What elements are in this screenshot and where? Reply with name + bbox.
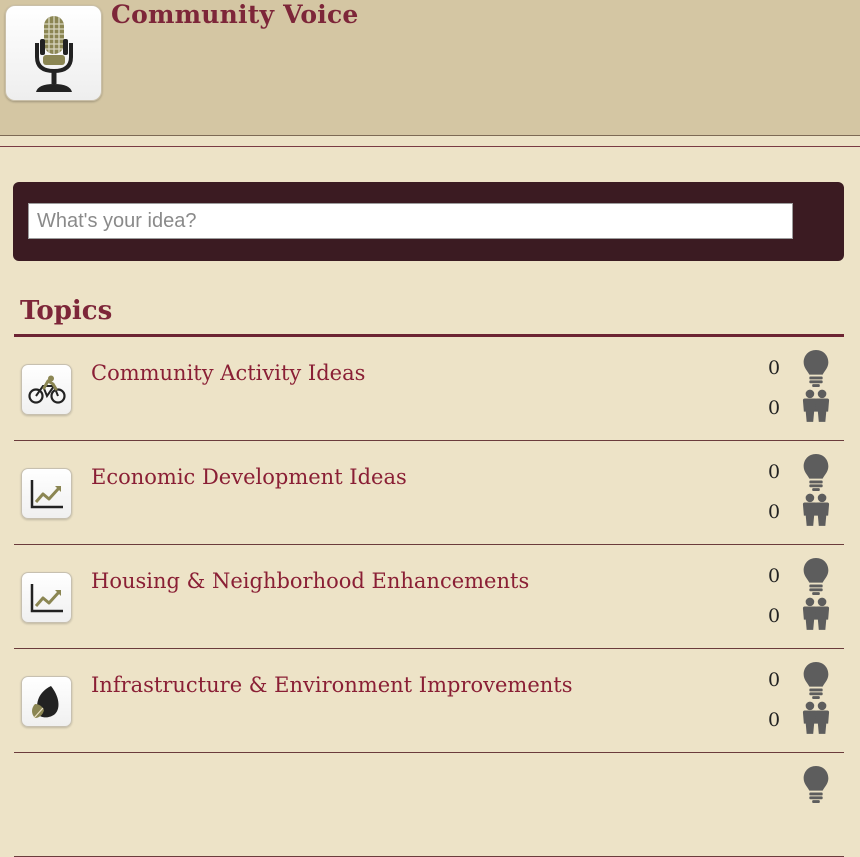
ideas-count: 0 xyxy=(764,661,844,695)
topic-row[interactable]: Housing & Neighborhood Enhancements 0 0 xyxy=(14,545,844,649)
participants-count-value: 0 xyxy=(768,709,781,731)
topic-row[interactable]: Economic Development Ideas 0 0 xyxy=(14,441,844,545)
lightbulb-icon xyxy=(802,661,830,699)
people-icon xyxy=(802,701,830,735)
microphone-icon xyxy=(34,16,73,92)
ideas-count: 0 xyxy=(764,557,844,591)
ideas-count-value: 0 xyxy=(768,565,781,587)
ideas-count-value: 0 xyxy=(768,669,781,691)
idea-search-input[interactable] xyxy=(28,203,793,239)
topic-icon-badge xyxy=(21,468,72,519)
line-chart-icon xyxy=(30,583,63,612)
participants-count-value: 0 xyxy=(768,397,781,419)
topic-title[interactable]: Infrastructure & Environment Improvement… xyxy=(91,673,573,697)
topic-row-partial[interactable] xyxy=(14,753,844,857)
topic-title[interactable]: Housing & Neighborhood Enhancements xyxy=(91,569,529,593)
lightbulb-icon xyxy=(802,453,830,491)
participants-count: 0 xyxy=(764,493,844,527)
participants-count-value: 0 xyxy=(768,605,781,627)
topic-title[interactable]: Community Activity Ideas xyxy=(91,361,365,385)
topic-icon-badge xyxy=(21,572,72,623)
topic-title[interactable]: Economic Development Ideas xyxy=(91,465,407,489)
participants-count: 0 xyxy=(764,701,844,735)
topic-icon-badge xyxy=(21,676,72,727)
app-header: Community Voice xyxy=(0,0,860,136)
topic-row[interactable]: Community Activity Ideas 0 0 xyxy=(14,337,844,441)
lightbulb-icon xyxy=(802,765,830,803)
bicycle-icon xyxy=(27,375,66,404)
lightbulb-icon xyxy=(802,349,830,387)
topic-list: Community Activity Ideas 0 0 Economic De… xyxy=(14,337,844,857)
topic-icon-badge xyxy=(21,364,72,415)
search-bar xyxy=(13,182,844,261)
app-logo[interactable] xyxy=(5,5,102,101)
people-icon xyxy=(802,493,830,527)
people-icon xyxy=(802,597,830,631)
topic-row[interactable]: Infrastructure & Environment Improvement… xyxy=(14,649,844,753)
participants-count: 0 xyxy=(764,389,844,423)
ideas-count: 0 xyxy=(764,349,844,383)
people-icon xyxy=(802,389,830,423)
leaf-icon xyxy=(31,685,58,718)
app-title: Community Voice xyxy=(111,0,359,29)
line-chart-icon xyxy=(30,479,63,508)
lightbulb-icon xyxy=(802,557,830,595)
ideas-count xyxy=(764,765,844,799)
ideas-count-value: 0 xyxy=(768,461,781,483)
ideas-count: 0 xyxy=(764,453,844,487)
topics-heading: Topics xyxy=(20,296,113,326)
participants-count: 0 xyxy=(764,597,844,631)
ideas-count-value: 0 xyxy=(768,357,781,379)
header-divider xyxy=(0,146,860,147)
participants-count-value: 0 xyxy=(768,501,781,523)
